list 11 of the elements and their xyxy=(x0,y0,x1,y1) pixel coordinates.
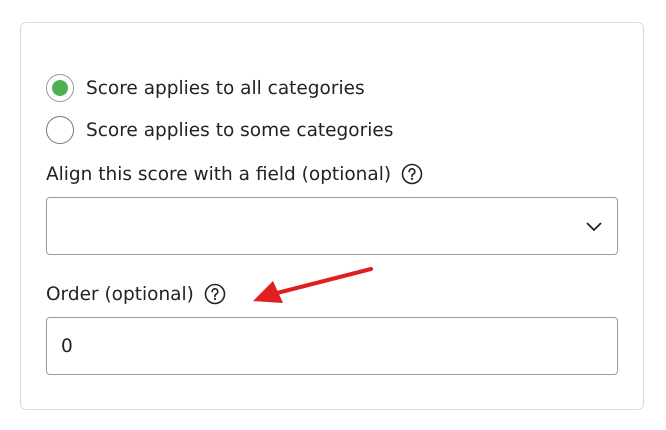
help-icon[interactable] xyxy=(204,283,226,305)
chevron-down-icon xyxy=(585,220,603,232)
radio-button[interactable] xyxy=(46,116,74,144)
help-icon[interactable] xyxy=(401,163,424,185)
select-field[interactable] xyxy=(46,197,618,255)
input-field[interactable]: 0 xyxy=(46,317,618,375)
radio-label: Score applies to all categories xyxy=(86,78,365,98)
field-label: Order (optional) xyxy=(46,284,194,304)
field-label: Align this score with a field (optional) xyxy=(46,164,392,184)
radio-button[interactable] xyxy=(46,74,74,102)
radio-label: Score applies to some categories xyxy=(86,120,394,140)
